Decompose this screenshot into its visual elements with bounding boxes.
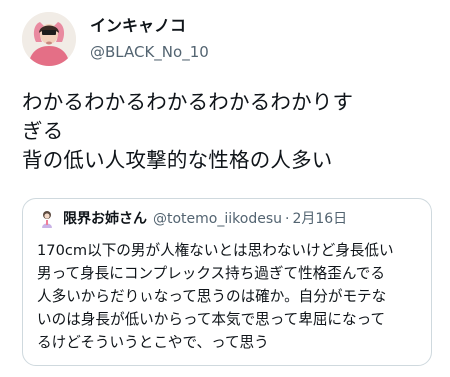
quoted-separator: · — [284, 211, 290, 227]
quoted-tweet-header: 限界お姉さん @totemo_iikodesu · 2月16日 — [37, 209, 347, 229]
user-avatar-icon — [22, 12, 76, 66]
tweet-text: わかるわかるわかるわかるわかりす ぎる 背の低い人攻撃的な性格の人多い — [22, 90, 354, 172]
quoted-avatar[interactable] — [37, 209, 57, 229]
author-handle[interactable]: @BLACK_No_10 — [90, 43, 209, 61]
quoted-date[interactable]: 2月16日 — [292, 210, 347, 228]
quoted-display-name[interactable]: 限界お姉さん — [63, 210, 147, 228]
quoted-avatar-icon — [37, 209, 57, 229]
user-avatar[interactable] — [22, 12, 76, 66]
tweet[interactable]: インキャノコ @BLACK_No_10 わかるわかるわかるわかるわかりす ぎる … — [0, 0, 450, 377]
quoted-handle[interactable]: @totemo_iikodesu — [153, 210, 282, 228]
quoted-tweet-text: 170cm以下の男が人権ないとは思わないけど身長低い 男って身長にコンプレックス… — [37, 242, 394, 351]
author-display-name[interactable]: インキャノコ — [90, 16, 186, 36]
quoted-tweet-card[interactable]: 限界お姉さん @totemo_iikodesu · 2月16日 170cm以下の… — [22, 198, 432, 366]
